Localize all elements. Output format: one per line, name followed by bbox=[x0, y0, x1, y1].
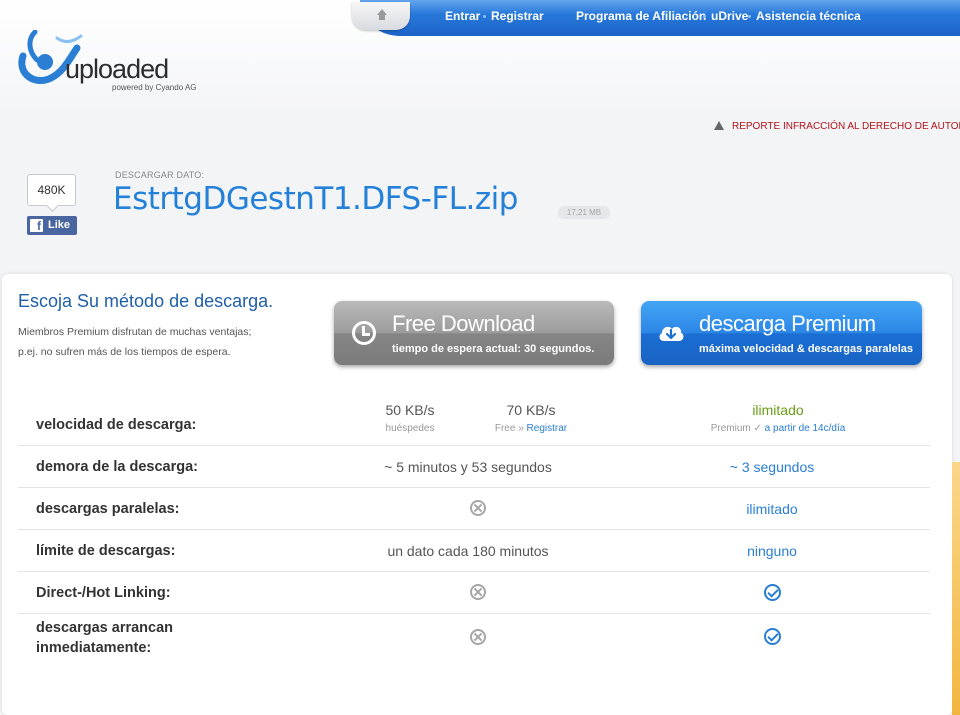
facebook-like-button[interactable]: f Like bbox=[27, 216, 77, 235]
premium-download-title: descarga Premium bbox=[699, 311, 876, 336]
choose-method-title: Escoja Su método de descarga. bbox=[18, 291, 274, 311]
nav-login-link[interactable]: Entrar bbox=[445, 9, 480, 23]
table-row-delay: demora de la descarga: ~ 5 minutos y 53 … bbox=[18, 446, 930, 488]
home-icon bbox=[377, 9, 387, 20]
nav-affiliate-link[interactable]: Programa de Afiliación bbox=[576, 9, 706, 23]
premium-price-link[interactable]: a partir de 14c/día bbox=[765, 423, 846, 434]
nav-separator bbox=[703, 15, 706, 18]
table-row-speed: velocidad de descarga: 50 KB/s huéspedes… bbox=[18, 396, 930, 446]
hotlink-label: Direct-/Hot Linking: bbox=[36, 585, 171, 601]
facebook-like-widget: 480K f Like bbox=[27, 174, 77, 235]
free-download-button[interactable]: Free Download tiempo de espera actual: 3… bbox=[334, 301, 614, 365]
premium-speed-value: ilimitado bbox=[752, 402, 804, 418]
nav-separator bbox=[483, 15, 486, 18]
like-label: Like bbox=[48, 219, 71, 231]
premium-delay-value: ~ 3 segundos bbox=[729, 459, 815, 475]
register-link[interactable]: Registrar bbox=[527, 423, 568, 434]
premium-parallel-value: ilimitado bbox=[746, 501, 798, 517]
table-row-parallel: descargas paralelas: ilimitado bbox=[18, 488, 930, 530]
home-tab[interactable] bbox=[352, 2, 410, 30]
free-delay-value: ~ 5 minutos y 53 segundos bbox=[384, 459, 552, 475]
cloud-download-icon bbox=[659, 326, 684, 341]
available-check-icon bbox=[764, 628, 781, 645]
like-count: 480K bbox=[27, 174, 76, 206]
premium-speed-label: Premium ✓ a partir de 14c/día bbox=[710, 423, 846, 434]
nav-separator bbox=[748, 15, 751, 18]
free-speed-label: Free » Registrar bbox=[494, 423, 568, 434]
table-row-instant: descargas arrancan inmediatamente: bbox=[18, 614, 930, 664]
report-copyright-link[interactable]: REPORTE INFRACCIÓN AL DERECHO DE AUTOR bbox=[714, 121, 960, 135]
guest-speed-label: huéspedes bbox=[385, 423, 435, 434]
table-row-limit: límite de descargas: un dato cada 180 mi… bbox=[18, 530, 930, 572]
free-limit-value: un dato cada 180 minutos bbox=[387, 543, 549, 559]
speed-label: velocidad de descarga: bbox=[36, 417, 197, 433]
table-row-hotlink: Direct-/Hot Linking: bbox=[18, 572, 930, 614]
guest-speed-value: 50 KB/s bbox=[385, 402, 435, 418]
premium-download-button[interactable]: descarga Premium máxima velocidad & desc… bbox=[641, 301, 922, 365]
free-speed-value: 70 KB/s bbox=[506, 402, 556, 418]
choose-method-description: Miembros Premium disfrutan de muchas ven… bbox=[18, 326, 252, 358]
available-check-icon bbox=[764, 584, 781, 601]
free-download-title: Free Download bbox=[392, 311, 535, 336]
site-header: Entrar Registrar Programa de Afiliación … bbox=[0, 0, 960, 112]
nav-support-link[interactable]: Asistencia técnica bbox=[756, 9, 861, 23]
not-available-icon bbox=[470, 500, 486, 516]
not-available-icon bbox=[470, 584, 486, 600]
free-download-wait-text: tiempo de espera actual: 30 segundos. bbox=[392, 343, 595, 355]
instant-label: descargas arrancan inmediatamente: bbox=[36, 620, 174, 656]
uploaded-logo[interactable]: uploaded powered by Cyando AG bbox=[17, 30, 217, 94]
warning-icon bbox=[714, 121, 724, 130]
file-name: EstrtgDGestnT1.DFS-FL.zip bbox=[113, 181, 518, 217]
facebook-icon: f bbox=[30, 219, 43, 233]
download-file-label: DESCARGAR DATO: bbox=[115, 170, 205, 180]
limit-label: límite de descargas: bbox=[36, 543, 176, 559]
premium-limit-value: ninguno bbox=[747, 543, 797, 559]
checkmark-icon: ✓ bbox=[753, 423, 762, 434]
nav-register-link[interactable]: Registrar bbox=[491, 9, 544, 23]
parallel-label: descargas paralelas: bbox=[36, 501, 180, 517]
logo-wordmark: uploaded bbox=[65, 54, 169, 84]
clock-icon bbox=[352, 321, 376, 345]
nav-udrive-link[interactable]: uDrive bbox=[711, 9, 748, 23]
logo-tagline: powered by Cyando AG bbox=[112, 83, 197, 92]
side-scroll-accent bbox=[952, 462, 960, 715]
premium-download-features: máxima velocidad & descargas paralelas bbox=[699, 343, 914, 355]
file-size-badge: 17,21 MB bbox=[558, 206, 610, 219]
report-label: REPORTE INFRACCIÓN AL DERECHO DE AUTOR bbox=[732, 121, 960, 132]
delay-label: demora de la descarga: bbox=[36, 459, 198, 475]
not-available-icon bbox=[470, 629, 486, 645]
